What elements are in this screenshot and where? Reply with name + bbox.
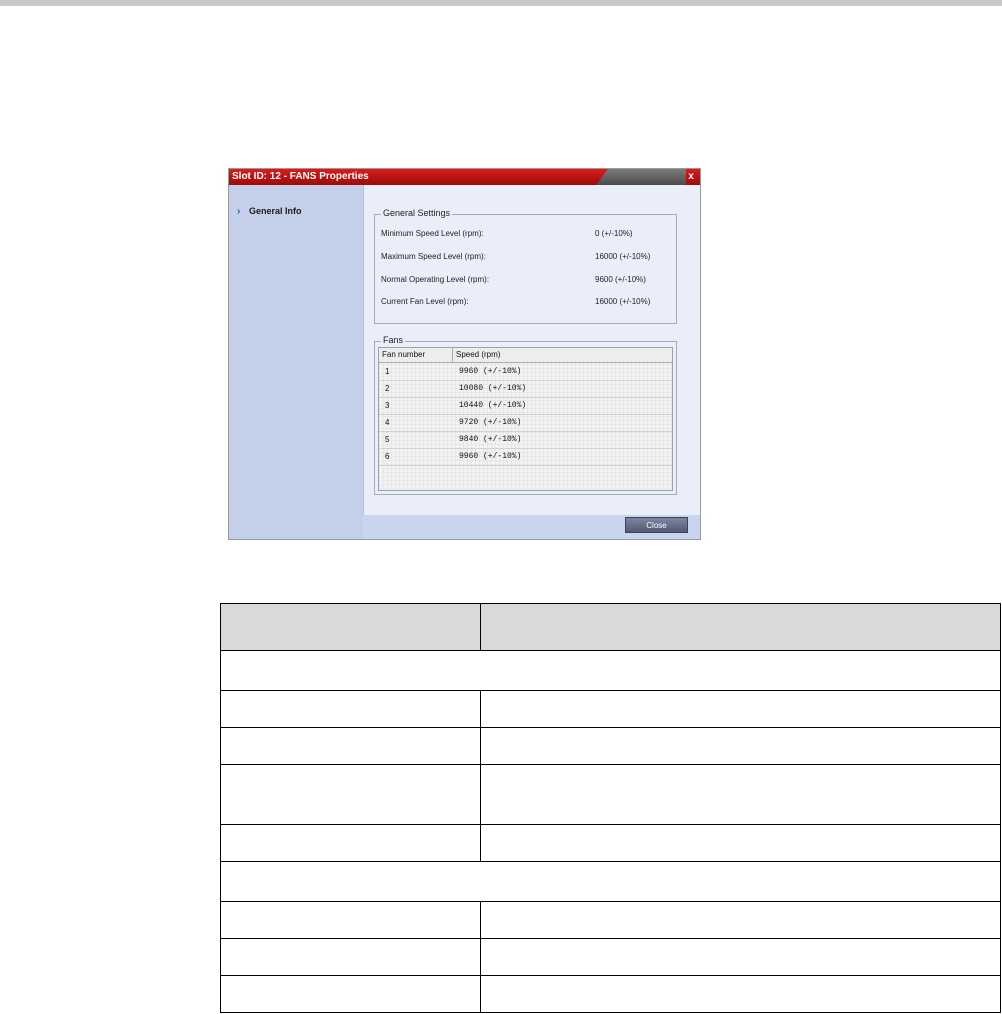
column-header-speed[interactable]: Speed (rpm): [453, 348, 674, 362]
fan-number: 2: [385, 384, 390, 393]
fan-speed: 9960 (+/-10%): [459, 367, 522, 376]
table-cell: [220, 900, 481, 939]
table-row[interactable]: 3 10440 (+/-10%): [379, 397, 672, 415]
table-row[interactable]: 5 9840 (+/-10%): [379, 431, 672, 449]
table-section-row: [220, 649, 1001, 692]
table-cell: [220, 860, 1001, 902]
nav-item-general-info[interactable]: › General Info: [237, 206, 302, 217]
setting-value: 16000 (+/-10%): [595, 297, 651, 306]
table-row: [220, 690, 1001, 729]
table-row: [220, 764, 1001, 825]
dialog-title: Slot ID: 12 - FANS Properties: [232, 171, 369, 182]
table-cell: [220, 649, 1001, 692]
fan-number: 6: [385, 452, 390, 461]
fan-speed: 9840 (+/-10%): [459, 435, 522, 444]
table-cell: [480, 900, 1001, 939]
fan-number: 1: [385, 367, 390, 376]
fans-group: Fans Fan number Speed (rpm) 1 9960 (+/-1…: [374, 335, 677, 495]
chevron-right-icon: ›: [237, 206, 241, 217]
fans-group-title: Fans: [381, 335, 406, 345]
table-cell: [220, 823, 481, 862]
fans-properties-dialog: Slot ID: 12 - FANS Properties x › Genera…: [228, 168, 701, 540]
general-settings-title: General Settings: [381, 208, 453, 218]
fan-number: 3: [385, 401, 390, 410]
table-cell: [480, 764, 1001, 825]
page-top-rule: [0, 0, 1002, 6]
fan-speed: 9720 (+/-10%): [459, 418, 522, 427]
dialog-content: General Settings Minimum Speed Level (rp…: [363, 185, 700, 515]
setting-label: Minimum Speed Level (rpm):: [381, 229, 484, 238]
table-cell: [480, 974, 1001, 1014]
table-row[interactable]: 6 9960 (+/-10%): [379, 448, 672, 466]
table-cell: [480, 690, 1001, 729]
table-row: [220, 974, 1001, 1014]
table-cell: [480, 727, 1001, 766]
nav-item-label: General Info: [249, 206, 302, 216]
column-header-fan-number[interactable]: Fan number: [379, 348, 453, 362]
table-row: [220, 823, 1001, 862]
setting-value: 16000 (+/-10%): [595, 252, 651, 261]
table-row[interactable]: 4 9720 (+/-10%): [379, 414, 672, 432]
dialog-sidebar: › General Info: [229, 185, 363, 539]
fan-speed: 10080 (+/-10%): [459, 384, 527, 393]
setting-value: 9600 (+/-10%): [595, 275, 646, 284]
table-cell: [480, 937, 1001, 976]
table-row: [220, 727, 1001, 766]
setting-label: Maximum Speed Level (rpm):: [381, 252, 486, 261]
fan-speed: 9960 (+/-10%): [459, 452, 522, 461]
fans-table-header: Fan number Speed (rpm): [379, 348, 672, 363]
table-cell: [480, 823, 1001, 862]
close-button[interactable]: Close: [625, 517, 688, 533]
setting-label: Current Fan Level (rpm):: [381, 297, 469, 306]
general-settings-group: General Settings Minimum Speed Level (rp…: [374, 208, 677, 324]
table-row: [220, 900, 1001, 939]
table-header-cell: [480, 603, 1001, 651]
table-section-row: [220, 860, 1001, 902]
titlebar-decoration: [596, 169, 686, 185]
table-cell: [220, 727, 481, 766]
table-header-cell: [220, 603, 481, 651]
table-row: [220, 937, 1001, 976]
table-cell: [220, 974, 481, 1014]
setting-label: Normal Operating Level (rpm):: [381, 275, 490, 284]
document-table: [220, 603, 1001, 1014]
fans-table[interactable]: Fan number Speed (rpm) 1 9960 (+/-10%) 2…: [378, 347, 673, 491]
table-row[interactable]: 2 10080 (+/-10%): [379, 380, 672, 398]
fan-number: 4: [385, 418, 390, 427]
fan-number: 5: [385, 435, 390, 444]
setting-value: 0 (+/-10%): [595, 229, 633, 238]
close-icon[interactable]: x: [685, 169, 697, 185]
table-row[interactable]: 1 9960 (+/-10%): [379, 363, 672, 381]
table-cell: [220, 690, 481, 729]
table-cell: [220, 764, 481, 825]
dialog-titlebar: Slot ID: 12 - FANS Properties x: [229, 169, 700, 185]
fan-speed: 10440 (+/-10%): [459, 401, 527, 410]
table-cell: [220, 937, 481, 976]
table-header-row: [220, 603, 1001, 651]
